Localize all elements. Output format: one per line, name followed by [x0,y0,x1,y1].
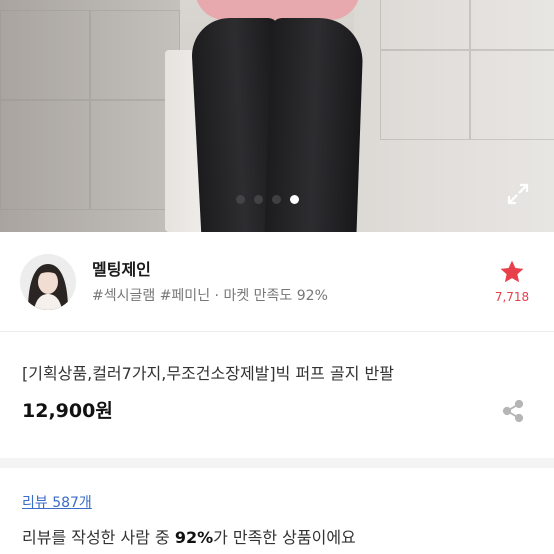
satisfaction-label: 마켓 만족도 [223,288,293,304]
expand-image-button[interactable] [504,180,532,208]
separator-dot: · [210,288,224,304]
carousel-dot-active[interactable] [290,195,299,204]
product-title: [기획상품,컬러7가지,무조건소장제발]빅 퍼프 골지 반팔 [22,364,394,383]
avatar-image [20,254,76,310]
review-summary-highlight: 92% [174,528,214,547]
satisfaction-value: 92% [296,288,328,304]
wall-tile [0,100,90,210]
carousel-indicators [236,195,299,204]
share-button[interactable] [500,398,526,424]
wall-tile [380,50,470,140]
review-summary-suffix: 가 만족한 상품이에요 [213,528,356,547]
seller-name[interactable]: 멜팅제인 [92,256,151,280]
wall-tile [0,10,90,100]
seller-avatar[interactable] [20,254,76,310]
favorite-count: 7,718 [494,290,530,304]
star-icon [500,260,524,283]
expand-arrows-icon [507,183,529,205]
review-summary-prefix: 리뷰를 작성한 사람 중 [22,528,175,547]
wall-tile [380,0,470,50]
seller-tags-line: #섹시글램 #페미닌 · 마켓 만족도 92% [92,285,328,305]
review-count-link[interactable]: 리뷰 587개 [22,492,92,512]
product-image-carousel[interactable] [0,0,554,232]
section-divider [0,458,554,468]
wall-tile [470,50,554,140]
product-price: 12,900원 [22,400,113,422]
share-icon [502,399,524,423]
review-summary: 리뷰를 작성한 사람 중 92%가 만족한 상품이에요 [22,524,356,548]
wall-tile [470,0,554,50]
seller-tags: #섹시글램 #페미닌 [92,288,211,304]
model-shirt [195,0,360,20]
seller-info[interactable]: 멜팅제인 #섹시글램 #페미닌 · 마켓 만족도 92% 7,718 [0,232,554,332]
carousel-dot[interactable] [236,195,245,204]
carousel-dot[interactable] [272,195,281,204]
carousel-dot[interactable] [254,195,263,204]
favorite-shop-button[interactable] [498,258,526,286]
